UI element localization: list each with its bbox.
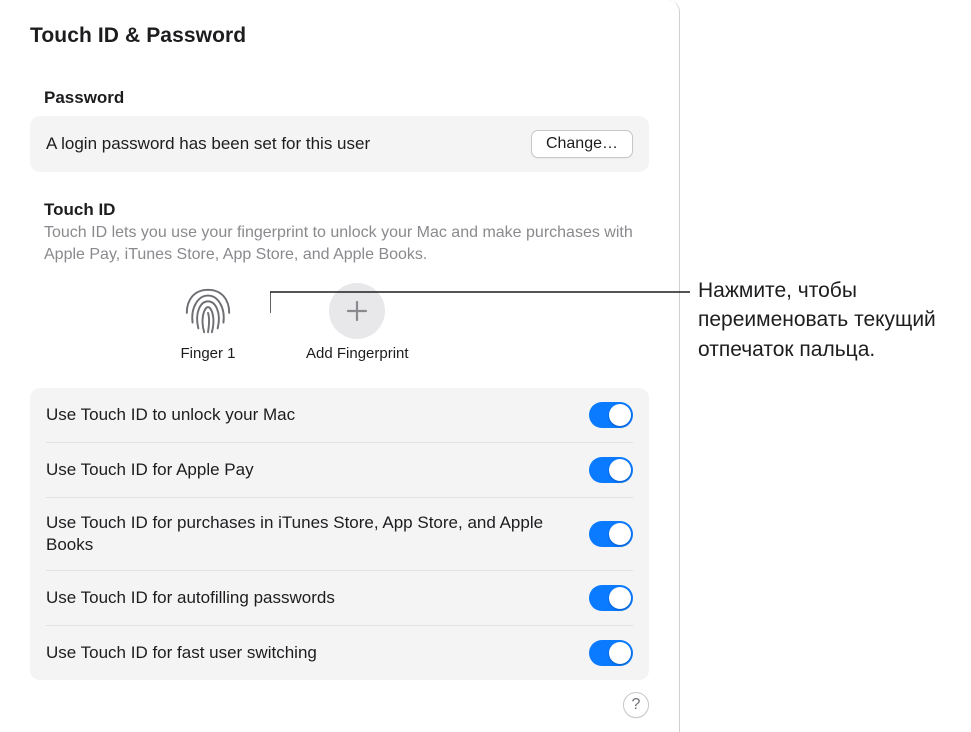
toggle-label: Use Touch ID for fast user switching bbox=[46, 642, 317, 664]
toggle-label: Use Touch ID for purchases in iTunes Sto… bbox=[46, 512, 546, 556]
fingerprint-label[interactable]: Finger 1 bbox=[180, 345, 235, 362]
toggle-row-apple-pay: Use Touch ID for Apple Pay bbox=[46, 443, 633, 498]
toggle-switch-fast-user-switching[interactable] bbox=[589, 640, 633, 666]
change-password-button[interactable]: Change… bbox=[531, 130, 633, 158]
fingerprints-row: Finger 1 Add Fingerprint bbox=[180, 283, 649, 362]
toggle-row-autofill: Use Touch ID for autofilling passwords bbox=[46, 571, 633, 626]
plus-icon bbox=[329, 283, 385, 339]
toggle-row-fast-user-switching: Use Touch ID for fast user switching bbox=[46, 626, 633, 680]
password-card: A login password has been set for this u… bbox=[30, 116, 649, 172]
touchid-header: Touch ID Touch ID lets you use your fing… bbox=[44, 200, 649, 265]
fingerprint-item-finger1[interactable]: Finger 1 bbox=[180, 283, 236, 362]
toggle-label: Use Touch ID for autofilling passwords bbox=[46, 587, 335, 609]
toggle-switch-apple-pay[interactable] bbox=[589, 457, 633, 483]
toggle-switch-autofill[interactable] bbox=[589, 585, 633, 611]
fingerprint-icon bbox=[180, 283, 236, 339]
settings-panel: Touch ID & Password Password A login pas… bbox=[0, 0, 680, 732]
toggle-switch-purchases[interactable] bbox=[589, 521, 633, 547]
toggle-list: Use Touch ID to unlock your Mac Use Touc… bbox=[30, 388, 649, 680]
touchid-title: Touch ID bbox=[44, 200, 649, 220]
fingerprint-item-add[interactable]: Add Fingerprint bbox=[306, 283, 409, 362]
help-button[interactable]: ? bbox=[623, 692, 649, 718]
page-title: Touch ID & Password bbox=[30, 24, 649, 48]
password-section-label: Password bbox=[44, 88, 649, 108]
toggle-label: Use Touch ID to unlock your Mac bbox=[46, 404, 295, 426]
toggle-row-purchases: Use Touch ID for purchases in iTunes Sto… bbox=[46, 498, 633, 571]
toggle-row-unlock-mac: Use Touch ID to unlock your Mac bbox=[46, 388, 633, 443]
add-fingerprint-label: Add Fingerprint bbox=[306, 345, 409, 362]
callout-text: Нажмите, чтобы переименовать текущий отп… bbox=[698, 276, 953, 364]
toggle-label: Use Touch ID for Apple Pay bbox=[46, 459, 254, 481]
touchid-description: Touch ID lets you use your fingerprint t… bbox=[44, 222, 644, 265]
toggle-switch-unlock-mac[interactable] bbox=[589, 402, 633, 428]
help-wrap: ? bbox=[30, 692, 649, 718]
password-status-text: A login password has been set for this u… bbox=[46, 134, 370, 154]
